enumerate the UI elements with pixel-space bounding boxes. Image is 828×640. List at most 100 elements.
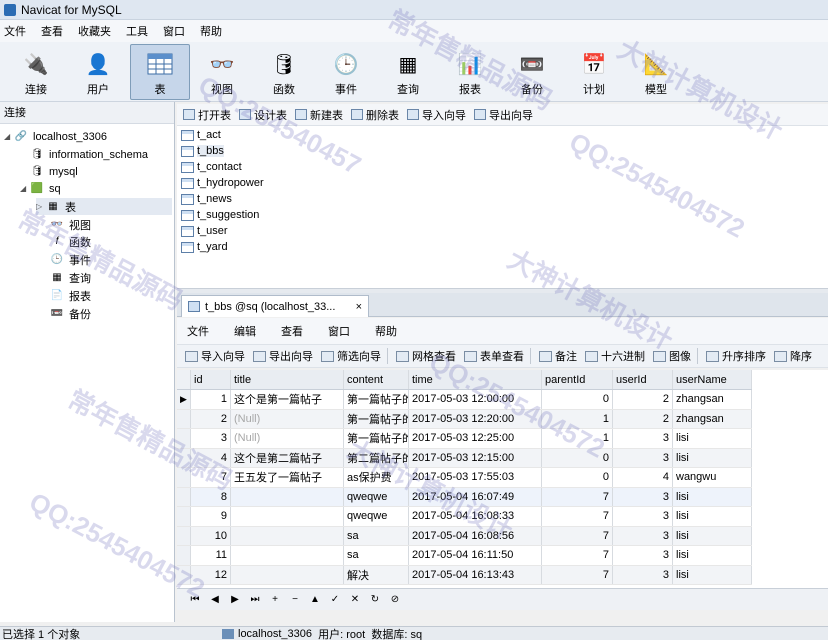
table-row[interactable]: 12 解决 2017-05-04 16:13:43 7 3 lisi: [177, 565, 752, 585]
table-row[interactable]: 2 (Null) 第一篇帖子的 2017-05-03 12:20:00 1 2 zhangs…: [177, 409, 752, 429]
tree-item-queries[interactable]: ▦ 查询: [50, 269, 91, 286]
cell-content[interactable]: sa: [344, 546, 409, 565]
filter-wizard-button[interactable]: 筛选向导: [321, 348, 381, 364]
design-table-button[interactable]: 设计表: [239, 107, 287, 123]
tree-item-views[interactable]: 👓 视图: [50, 216, 91, 233]
row-indicator[interactable]: [177, 448, 191, 467]
cell-id[interactable]: 11: [191, 546, 231, 565]
cell-username[interactable]: lisi: [673, 507, 752, 526]
cell-time[interactable]: 2017-05-04 16:13:43: [409, 565, 542, 584]
cell-time[interactable]: 2017-05-04 16:07:49: [409, 487, 542, 506]
model-button[interactable]: 📐 模型: [626, 44, 686, 100]
table-row[interactable]: 8 qweqwe 2017-05-04 16:07:49 7 3 lisi: [177, 487, 752, 507]
cell-content[interactable]: as保护费: [344, 468, 409, 487]
cell-time[interactable]: 2017-05-04 16:11:50: [409, 546, 542, 565]
tree-item-reports[interactable]: 📄 报表: [50, 287, 91, 304]
cell-userid[interactable]: 3: [613, 448, 673, 467]
row-indicator[interactable]: [177, 468, 191, 487]
tree-item-backups[interactable]: 📼 备份: [50, 305, 91, 322]
menu-tools[interactable]: 工具: [122, 23, 159, 39]
menu-file[interactable]: 文件: [0, 23, 37, 39]
cell-id[interactable]: 12: [191, 565, 231, 584]
table-row[interactable]: 10 sa 2017-05-04 16:08:56 7 3 lisi: [177, 526, 752, 546]
row-indicator[interactable]: [177, 409, 191, 428]
menu-view[interactable]: 查看: [37, 23, 74, 39]
table-button[interactable]: 表: [130, 44, 190, 100]
report-button[interactable]: 📊 报表: [440, 44, 500, 100]
cell-parentid[interactable]: 0: [542, 468, 613, 487]
cell-title[interactable]: (Null): [231, 429, 344, 448]
cell-username[interactable]: wangwu: [673, 468, 752, 487]
cell-content[interactable]: 第一篇帖子的: [344, 429, 409, 448]
column-header-parentid[interactable]: parentId: [542, 370, 613, 389]
stop-icon[interactable]: ⊘: [385, 594, 405, 605]
table-item[interactable]: t_news: [181, 191, 232, 207]
cell-username[interactable]: zhangsan: [673, 390, 752, 409]
menu-favorites[interactable]: 收藏夹: [74, 23, 122, 39]
cell-content[interactable]: 第二篇帖子的: [344, 448, 409, 467]
column-header-id[interactable]: id: [191, 370, 231, 389]
tree-item-connection[interactable]: ◢ 🔗 localhost_3306: [4, 128, 107, 145]
tree-item-mysql[interactable]: 🛢 mysql: [30, 163, 78, 180]
cell-parentid[interactable]: 0: [542, 390, 613, 409]
cell-time[interactable]: 2017-05-03 12:25:00: [409, 429, 542, 448]
cell-parentid[interactable]: 7: [542, 487, 613, 506]
table-row[interactable]: 7 王五发了一篇帖子 as保护费 2017-05-03 17:55:03 0 4 wangw…: [177, 468, 752, 488]
grid-view-button[interactable]: 网格查看: [396, 348, 456, 364]
sort-descending-button[interactable]: 降序: [774, 348, 812, 364]
cell-content[interactable]: qweqwe: [344, 487, 409, 506]
column-header-userid[interactable]: userId: [613, 370, 673, 389]
cell-parentid[interactable]: 7: [542, 526, 613, 545]
cell-id[interactable]: 10: [191, 526, 231, 545]
schedule-button[interactable]: 📅 计划: [564, 44, 624, 100]
cell-id[interactable]: 4: [191, 448, 231, 467]
import-wizard-button[interactable]: 导入向导: [407, 107, 466, 123]
table-item[interactable]: t_bbs: [181, 143, 224, 159]
cell-username[interactable]: lisi: [673, 487, 752, 506]
row-indicator[interactable]: [177, 526, 191, 545]
editor-menu-view[interactable]: 查看: [271, 323, 318, 339]
table-item[interactable]: t_user: [181, 223, 228, 239]
close-tab-icon[interactable]: ×: [356, 301, 362, 313]
cell-id[interactable]: 8: [191, 487, 231, 506]
tab-t-bbs[interactable]: t_bbs @sq (localhost_33... ×: [181, 295, 369, 317]
cell-userid[interactable]: 3: [613, 546, 673, 565]
cell-id[interactable]: 1: [191, 390, 231, 409]
user-button[interactable]: 👤 用户: [68, 44, 128, 100]
cell-username[interactable]: lisi: [673, 448, 752, 467]
cell-parentid[interactable]: 1: [542, 409, 613, 428]
tree-item-functions[interactable]: f 函数: [50, 233, 91, 250]
event-button[interactable]: 🕒 事件: [316, 44, 376, 100]
tree-item-tables[interactable]: ▷ ▦ 表: [36, 198, 172, 215]
column-header-title[interactable]: title: [231, 370, 344, 389]
expand-arrow-icon[interactable]: ▷: [36, 202, 46, 211]
add-record-icon[interactable]: +: [265, 594, 285, 605]
cell-title[interactable]: [231, 487, 344, 506]
next-record-icon[interactable]: ▶: [225, 594, 245, 605]
table-row[interactable]: 11 sa 2017-05-04 16:11:50 7 3 lisi: [177, 546, 752, 566]
table-item[interactable]: t_contact: [181, 159, 242, 175]
row-indicator[interactable]: [177, 487, 191, 506]
table-item[interactable]: t_suggestion: [181, 207, 259, 223]
query-button[interactable]: ▦ 查询: [378, 44, 438, 100]
export-wizard-button[interactable]: 导出向导: [253, 348, 313, 364]
cell-userid[interactable]: 3: [613, 565, 673, 584]
cell-time[interactable]: 2017-05-03 12:15:00: [409, 448, 542, 467]
apply-changes-icon[interactable]: ✓: [325, 594, 345, 605]
cell-parentid[interactable]: 7: [542, 507, 613, 526]
table-row[interactable]: 9 qweqwe 2017-05-04 16:08:33 7 3 lisi: [177, 507, 752, 527]
editor-menu-edit[interactable]: 编辑: [224, 323, 271, 339]
hex-button[interactable]: 十六进制: [585, 348, 645, 364]
cell-userid[interactable]: 3: [613, 487, 673, 506]
refresh-icon[interactable]: ↻: [365, 594, 385, 605]
cell-userid[interactable]: 2: [613, 390, 673, 409]
table-row[interactable]: 4 这个是第二篇帖子 第二篇帖子的 2017-05-03 12:15:00 0 3 lisi: [177, 448, 752, 468]
collapse-arrow-icon[interactable]: ◢: [20, 184, 30, 193]
cell-username[interactable]: zhangsan: [673, 409, 752, 428]
column-header-content[interactable]: content: [344, 370, 409, 389]
cell-content[interactable]: 第一篇帖子的: [344, 409, 409, 428]
tree-item-sq[interactable]: ◢ 🟩 sq: [20, 180, 61, 197]
cell-parentid[interactable]: 7: [542, 546, 613, 565]
menu-help[interactable]: 帮助: [196, 23, 233, 39]
cell-content[interactable]: 解决: [344, 565, 409, 584]
